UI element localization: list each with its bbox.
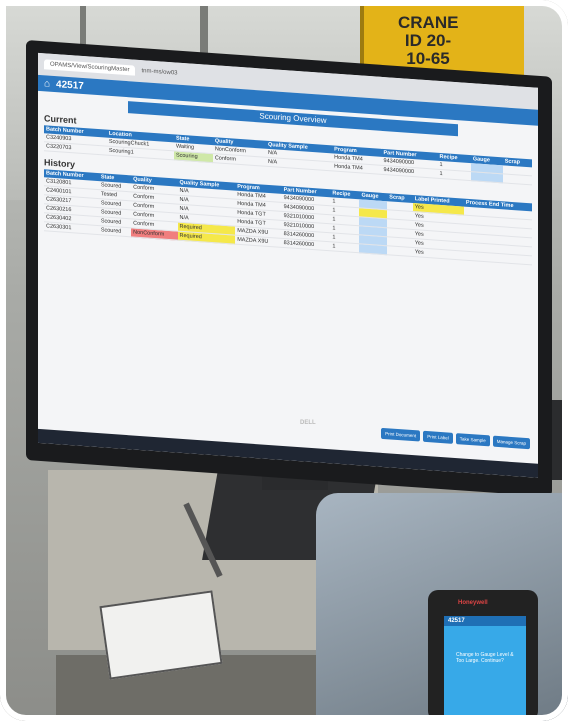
photo: CRANE ID 20-10-65 OPAMS/View/ScouringMas… bbox=[0, 0, 568, 721]
photo-frame bbox=[0, 0, 568, 721]
